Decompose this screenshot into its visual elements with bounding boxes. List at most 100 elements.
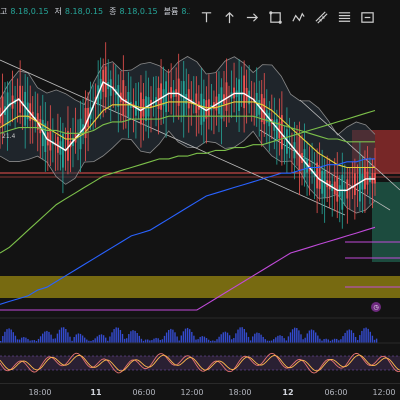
volume-bar	[163, 335, 166, 343]
volume-bar	[365, 327, 367, 343]
volume-bar	[73, 337, 75, 343]
volume-bar	[81, 335, 84, 343]
volume-bar	[172, 329, 174, 343]
volume-bar	[119, 330, 122, 343]
volume-bar	[176, 336, 178, 343]
volume-bar	[277, 335, 279, 343]
volume-bar	[283, 338, 285, 343]
close-label: 저	[54, 6, 62, 16]
volume-bar	[237, 329, 239, 343]
volume-bar	[224, 331, 227, 343]
volume-bar	[134, 330, 136, 343]
volume-bar	[302, 339, 304, 343]
chart-canvas[interactable]	[0, 0, 400, 400]
volume-bar	[18, 339, 21, 343]
time-axis-tick: 18:00	[28, 388, 52, 397]
volume-bar	[184, 328, 187, 343]
volume-bar	[245, 332, 248, 343]
volume-bar	[8, 328, 10, 343]
volume-bar	[4, 331, 6, 343]
time-axis-tick: 18:00	[228, 388, 252, 397]
volume-bar	[14, 335, 17, 343]
volume-bar	[375, 338, 378, 343]
volume-bar	[128, 334, 130, 343]
volume-bar	[273, 339, 275, 343]
high-label: 종	[109, 6, 117, 16]
volume-bar	[197, 339, 199, 343]
volume-bar	[306, 333, 308, 343]
volume-bar	[144, 339, 147, 343]
volume-bar	[319, 338, 321, 343]
volume-bar	[157, 338, 159, 343]
fib-levels-icon[interactable]	[336, 9, 353, 26]
volume-bar	[342, 336, 344, 343]
volume-bar	[105, 337, 107, 343]
text-tool-icon[interactable]	[198, 9, 215, 26]
volume-bar	[348, 329, 350, 343]
zigzag-tool-icon[interactable]	[290, 9, 307, 26]
candle-body	[366, 171, 369, 185]
volume-bar	[264, 339, 266, 343]
volume-bar	[346, 330, 348, 343]
volume-bar	[231, 339, 233, 343]
arrow-up-icon[interactable]	[221, 9, 238, 26]
candle-body	[104, 66, 107, 98]
volume-bar	[243, 328, 245, 343]
volume-bar	[239, 327, 241, 343]
volume-bar	[123, 338, 126, 343]
volume-bar	[291, 329, 294, 343]
candle-body	[62, 133, 64, 168]
volume-bar	[262, 336, 264, 343]
volume-bar	[16, 339, 19, 343]
volume-bar	[115, 327, 117, 343]
volume-bar	[252, 336, 254, 343]
volume-bar	[296, 328, 298, 343]
volume-bar	[195, 339, 197, 343]
time-axis-tick: 12	[282, 388, 294, 397]
volume-bar	[86, 339, 88, 343]
volume-bar	[363, 328, 365, 343]
volume-bar	[23, 337, 25, 343]
arrow-right-icon[interactable]	[244, 9, 261, 26]
volume-bar	[359, 335, 361, 343]
volume-value: 8.2	[181, 6, 190, 16]
volume-bar	[84, 337, 86, 343]
more-tools-icon[interactable]	[359, 9, 376, 26]
volume-bar	[132, 330, 134, 343]
volume-bar	[182, 331, 185, 343]
candle-body	[202, 98, 205, 122]
volume-bar	[25, 337, 27, 343]
alert-clock-icon[interactable]: ◷	[371, 302, 381, 312]
volume-bar	[121, 333, 124, 343]
chart-area[interactable]: 고 8.18,0.15 저 8.18,0.15 종 8.18,0.15 볼륨 8…	[0, 0, 400, 400]
rectangle-tool-icon[interactable]	[267, 9, 284, 26]
ruler-tool-icon[interactable]	[313, 9, 330, 26]
candle-body	[341, 174, 344, 210]
candle-body	[220, 87, 223, 119]
volume-bar	[109, 336, 111, 343]
volume-bar	[10, 329, 12, 343]
candle-body	[238, 79, 240, 111]
volume-bar	[369, 331, 371, 343]
volume-bar	[60, 327, 63, 343]
volume-bar	[165, 332, 168, 343]
volume-bar	[44, 331, 46, 343]
volume-bar	[371, 335, 374, 343]
volume-bar	[367, 328, 369, 343]
candle-body	[165, 81, 168, 113]
candle-body	[182, 81, 185, 117]
candle-body	[298, 136, 301, 171]
volume-bar	[117, 327, 119, 343]
volume-bar	[46, 330, 48, 343]
volume-bar	[21, 337, 23, 343]
volume-bar	[279, 335, 281, 343]
volume-bar	[336, 338, 338, 343]
volume-bar	[312, 330, 315, 343]
time-axis-tick: 06:00	[132, 388, 156, 397]
volume-bar	[113, 329, 115, 343]
time-axis[interactable]: 18:00 11 06:00 12:00 18:00 12 06:00 12:00	[0, 383, 400, 400]
volume-bar	[161, 339, 164, 343]
volume-bar	[6, 329, 8, 343]
volume-bar	[102, 335, 105, 343]
volume-bar	[48, 331, 50, 343]
